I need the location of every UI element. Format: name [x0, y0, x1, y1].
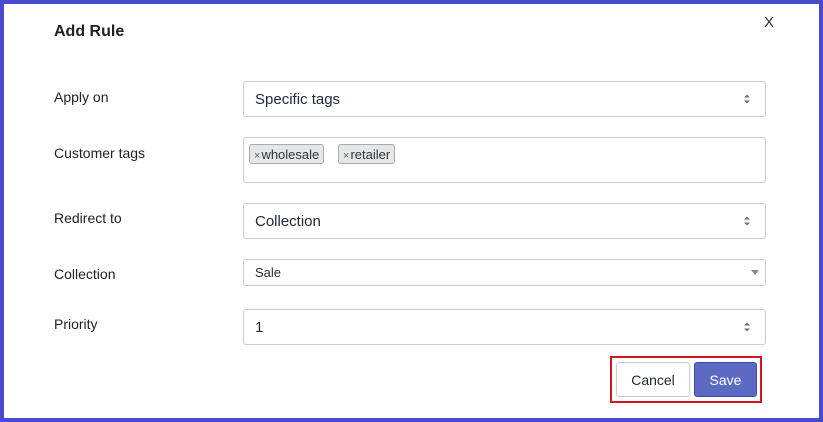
customer-tags-label: Customer tags	[54, 145, 146, 161]
apply-on-label: Apply on	[54, 89, 109, 105]
priority-label: Priority	[54, 316, 98, 332]
tag-label: retailer	[350, 147, 391, 162]
customer-tags-input[interactable]: ×wholesale ×retailer	[243, 137, 766, 183]
priority-input[interactable]: 1	[243, 309, 766, 345]
number-stepper-icon[interactable]	[743, 321, 751, 333]
collection-dropdown[interactable]: Sale	[243, 259, 766, 286]
tag-label: wholesale	[261, 147, 320, 162]
tag-chip-wholesale: ×wholesale	[249, 144, 325, 164]
redirect-to-select[interactable]: Collection	[243, 203, 766, 239]
tag-chip-retailer: ×retailer	[338, 144, 396, 164]
remove-tag-icon[interactable]: ×	[254, 150, 260, 162]
priority-value: 1	[255, 319, 264, 336]
collection-value: Sale	[255, 265, 282, 280]
select-arrows-icon	[744, 94, 750, 104]
remove-tag-icon[interactable]: ×	[343, 150, 349, 162]
save-button[interactable]: Save	[694, 362, 757, 397]
close-button[interactable]: X	[764, 14, 774, 31]
apply-on-value: Specific tags	[255, 91, 341, 108]
cancel-button[interactable]: Cancel	[616, 362, 690, 397]
select-arrows-icon	[744, 216, 750, 226]
redirect-to-value: Collection	[255, 213, 321, 230]
collection-label: Collection	[54, 266, 116, 282]
dialog-title: Add Rule	[54, 23, 125, 40]
redirect-to-label: Redirect to	[54, 210, 122, 226]
chevron-down-icon	[751, 270, 759, 275]
apply-on-select[interactable]: Specific tags	[243, 81, 766, 117]
add-rule-dialog: Add Rule X Apply on Specific tags Custom…	[4, 4, 819, 418]
